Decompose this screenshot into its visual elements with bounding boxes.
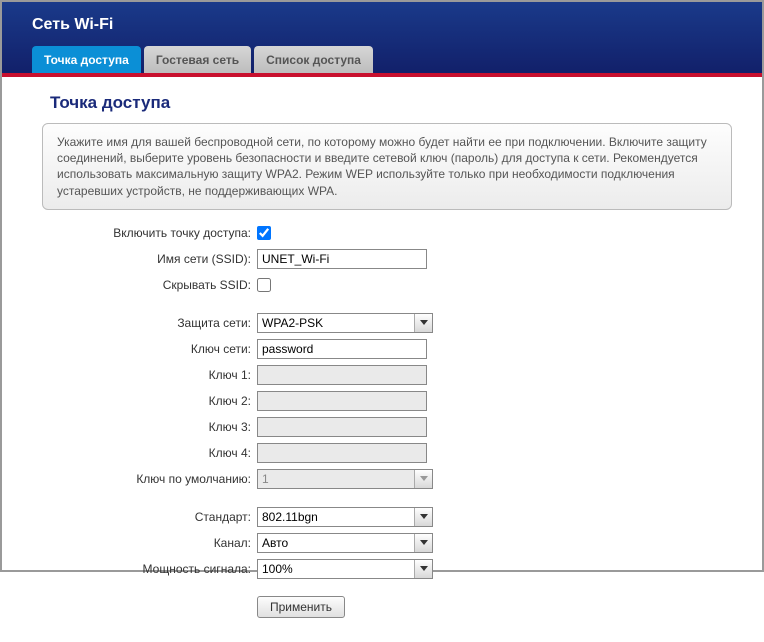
standard-select[interactable]: 802.11bgn — [257, 507, 433, 527]
chevron-down-icon — [414, 534, 432, 552]
chevron-down-icon — [414, 314, 432, 332]
tabs: Точка доступа Гостевая сеть Список досту… — [32, 46, 742, 73]
section-title: Точка доступа — [50, 93, 732, 113]
enable-ap-label: Включить точку доступа: — [72, 226, 257, 240]
form: Включить точку доступа: Имя сети (SSID):… — [72, 222, 732, 618]
key2-label: Ключ 2: — [72, 394, 257, 408]
chevron-down-icon — [414, 560, 432, 578]
content: Точка доступа Укажите имя для вашей бесп… — [2, 77, 762, 642]
page-title: Сеть Wi-Fi — [32, 16, 742, 46]
security-value: WPA2-PSK — [258, 314, 414, 332]
default-key-label: Ключ по умолчанию: — [72, 472, 257, 486]
standard-label: Стандарт: — [72, 510, 257, 524]
default-key-select: 1 — [257, 469, 433, 489]
chevron-down-icon — [414, 508, 432, 526]
header: Сеть Wi-Fi Точка доступа Гостевая сеть С… — [2, 2, 762, 73]
key2-input — [257, 391, 427, 411]
tab-access-point[interactable]: Точка доступа — [32, 46, 141, 73]
channel-label: Канал: — [72, 536, 257, 550]
tab-access-list[interactable]: Список доступа — [254, 46, 373, 73]
net-key-label: Ключ сети: — [72, 342, 257, 356]
channel-value: Авто — [258, 534, 414, 552]
ssid-input[interactable] — [257, 249, 427, 269]
info-box: Укажите имя для вашей беспроводной сети,… — [42, 123, 732, 210]
hide-ssid-label: Скрывать SSID: — [72, 278, 257, 292]
power-value: 100% — [258, 560, 414, 578]
security-select[interactable]: WPA2-PSK — [257, 313, 433, 333]
key4-label: Ключ 4: — [72, 446, 257, 460]
tab-guest-network[interactable]: Гостевая сеть — [144, 46, 251, 73]
enable-ap-checkbox[interactable] — [257, 226, 271, 240]
hide-ssid-checkbox[interactable] — [257, 278, 271, 292]
apply-button[interactable]: Применить — [257, 596, 345, 618]
channel-select[interactable]: Авто — [257, 533, 433, 553]
security-label: Защита сети: — [72, 316, 257, 330]
power-select[interactable]: 100% — [257, 559, 433, 579]
default-key-value: 1 — [258, 470, 414, 488]
standard-value: 802.11bgn — [258, 508, 414, 526]
net-key-input[interactable] — [257, 339, 427, 359]
key3-label: Ключ 3: — [72, 420, 257, 434]
key3-input — [257, 417, 427, 437]
key4-input — [257, 443, 427, 463]
power-label: Мощность сигнала: — [72, 562, 257, 576]
ssid-label: Имя сети (SSID): — [72, 252, 257, 266]
key1-input — [257, 365, 427, 385]
chevron-down-icon — [414, 470, 432, 488]
key1-label: Ключ 1: — [72, 368, 257, 382]
